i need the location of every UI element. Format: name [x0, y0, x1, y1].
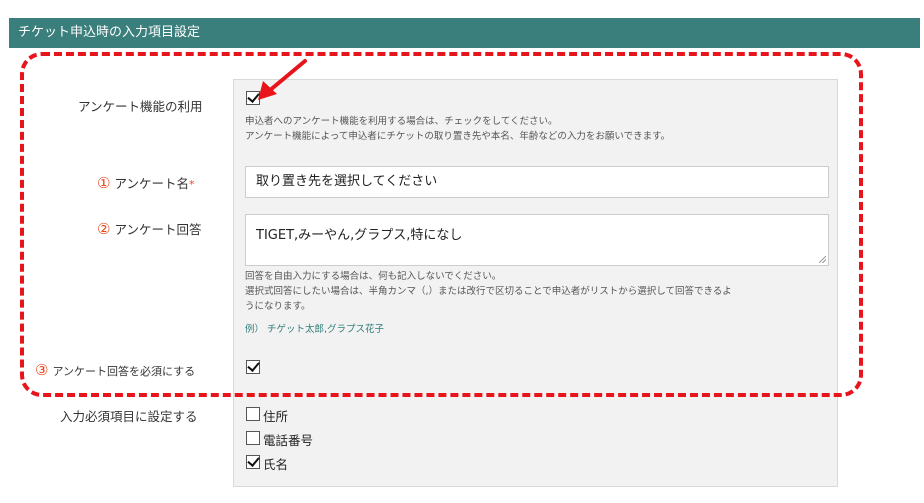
- resize-handle-icon[interactable]: [819, 256, 826, 263]
- survey-answer-help-3: うになります。: [245, 301, 311, 312]
- section-header: チケット申込時の入力項目設定: [9, 18, 920, 48]
- survey-name-input[interactable]: 取り置き先を選択してください: [245, 166, 829, 198]
- survey-required-checkbox[interactable]: [246, 360, 260, 374]
- survey-answer-example: 例） チゲット太郎,グラプス花子: [245, 324, 385, 335]
- required-fields-label: 入力必須項目に設定する: [60, 409, 198, 424]
- address-checkbox[interactable]: [246, 407, 260, 421]
- step-2-badge: ②: [97, 220, 111, 238]
- survey-answer-textarea[interactable]: TIGET,みーやん,グラプス,特になし: [245, 214, 829, 266]
- step-3-badge: ③: [35, 361, 49, 379]
- step-1-badge: ①: [97, 174, 111, 192]
- section-title: チケット申込時の入力項目設定: [18, 25, 201, 40]
- survey-name-label: アンケート名: [114, 176, 189, 191]
- survey-answer-value: TIGET,みーやん,グラプス,特になし: [256, 228, 463, 243]
- name-checkbox[interactable]: [246, 455, 260, 469]
- phone-label[interactable]: 電話番号: [263, 430, 313, 449]
- survey-enable-help-2: アンケート機能によって申込者にチケットの取り置き先や本名、年齢などの入力をお願い…: [245, 131, 671, 142]
- phone-checkbox[interactable]: [246, 431, 260, 445]
- required-fields-panel: [233, 402, 838, 487]
- address-label[interactable]: 住所: [263, 406, 288, 425]
- survey-answer-help-1: 回答を自由入力にする場合は、何も記入しないでください。: [245, 271, 502, 282]
- name-label[interactable]: 氏名: [263, 454, 288, 473]
- survey-enable-help-1: 申込者へのアンケート機能を利用する場合は、チェックをしてください。: [245, 116, 558, 127]
- survey-name-label-group: ① アンケート名*: [97, 173, 194, 192]
- survey-enable-label: アンケート機能の利用: [78, 99, 203, 114]
- required-mark: *: [188, 178, 195, 191]
- survey-required-label-group: ③ アンケート回答を必須にする: [35, 361, 195, 379]
- survey-name-value: 取り置き先を選択してください: [256, 174, 438, 189]
- survey-required-label: アンケート回答を必須にする: [52, 365, 196, 378]
- survey-answer-label-group: ② アンケート回答: [97, 219, 201, 238]
- pointer-arrow-icon: [258, 59, 307, 100]
- survey-answer-label: アンケート回答: [114, 222, 202, 237]
- survey-answer-help-2: 選択式回答にしたい場合は、半角カンマ（,）または改行で区切ることで申込者がリスト…: [245, 286, 732, 297]
